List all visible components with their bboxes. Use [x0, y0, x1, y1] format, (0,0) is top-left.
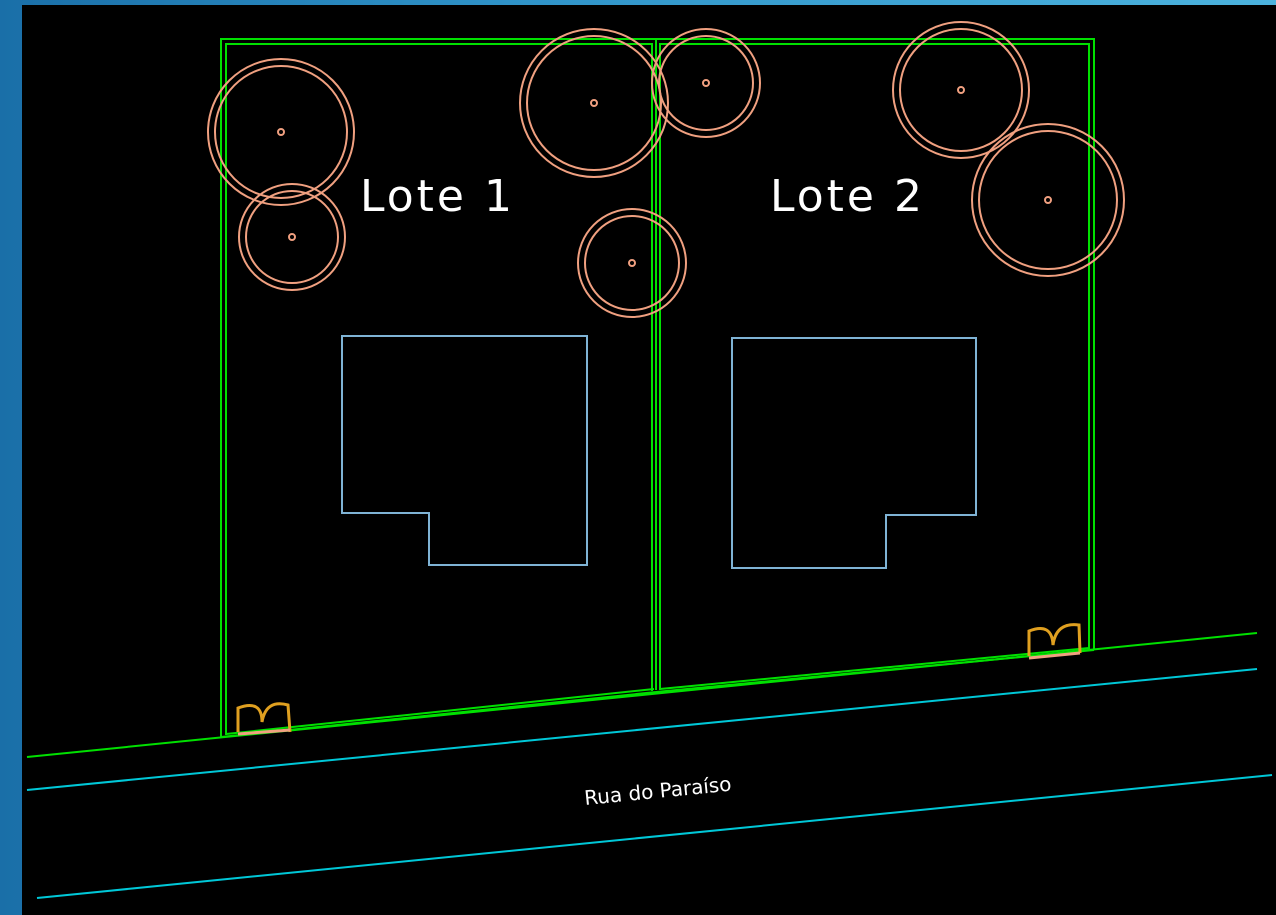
tree-canopy-icon[interactable]: [971, 123, 1125, 277]
lot-2-boundary[interactable]: [655, 38, 1095, 693]
tree-canopy-icon[interactable]: [892, 21, 1030, 159]
lot-1-boundary[interactable]: [220, 38, 657, 738]
house-1-footprint[interactable]: [341, 335, 588, 566]
tree-canopy-icon[interactable]: [577, 208, 687, 318]
tree-canopy-icon[interactable]: [238, 183, 346, 291]
house-2-footprint[interactable]: [731, 337, 977, 569]
street-edge-top: [26, 668, 1258, 791]
site-plan: Lote 1 Lote 2 Rua do Paraíso: [26, 21, 1273, 899]
tree-canopy-icon[interactable]: [207, 58, 355, 206]
tree-canopy-icon[interactable]: [519, 28, 669, 178]
lot-2-label: Lote 2: [770, 171, 925, 222]
street-name-label: Rua do Paraíso: [583, 772, 732, 810]
lot-1-label: Lote 1: [360, 171, 515, 222]
tree-canopy-icon[interactable]: [651, 28, 761, 138]
cad-drawing-canvas[interactable]: Lote 1 Lote 2 Rua do Paraíso: [22, 5, 1276, 915]
